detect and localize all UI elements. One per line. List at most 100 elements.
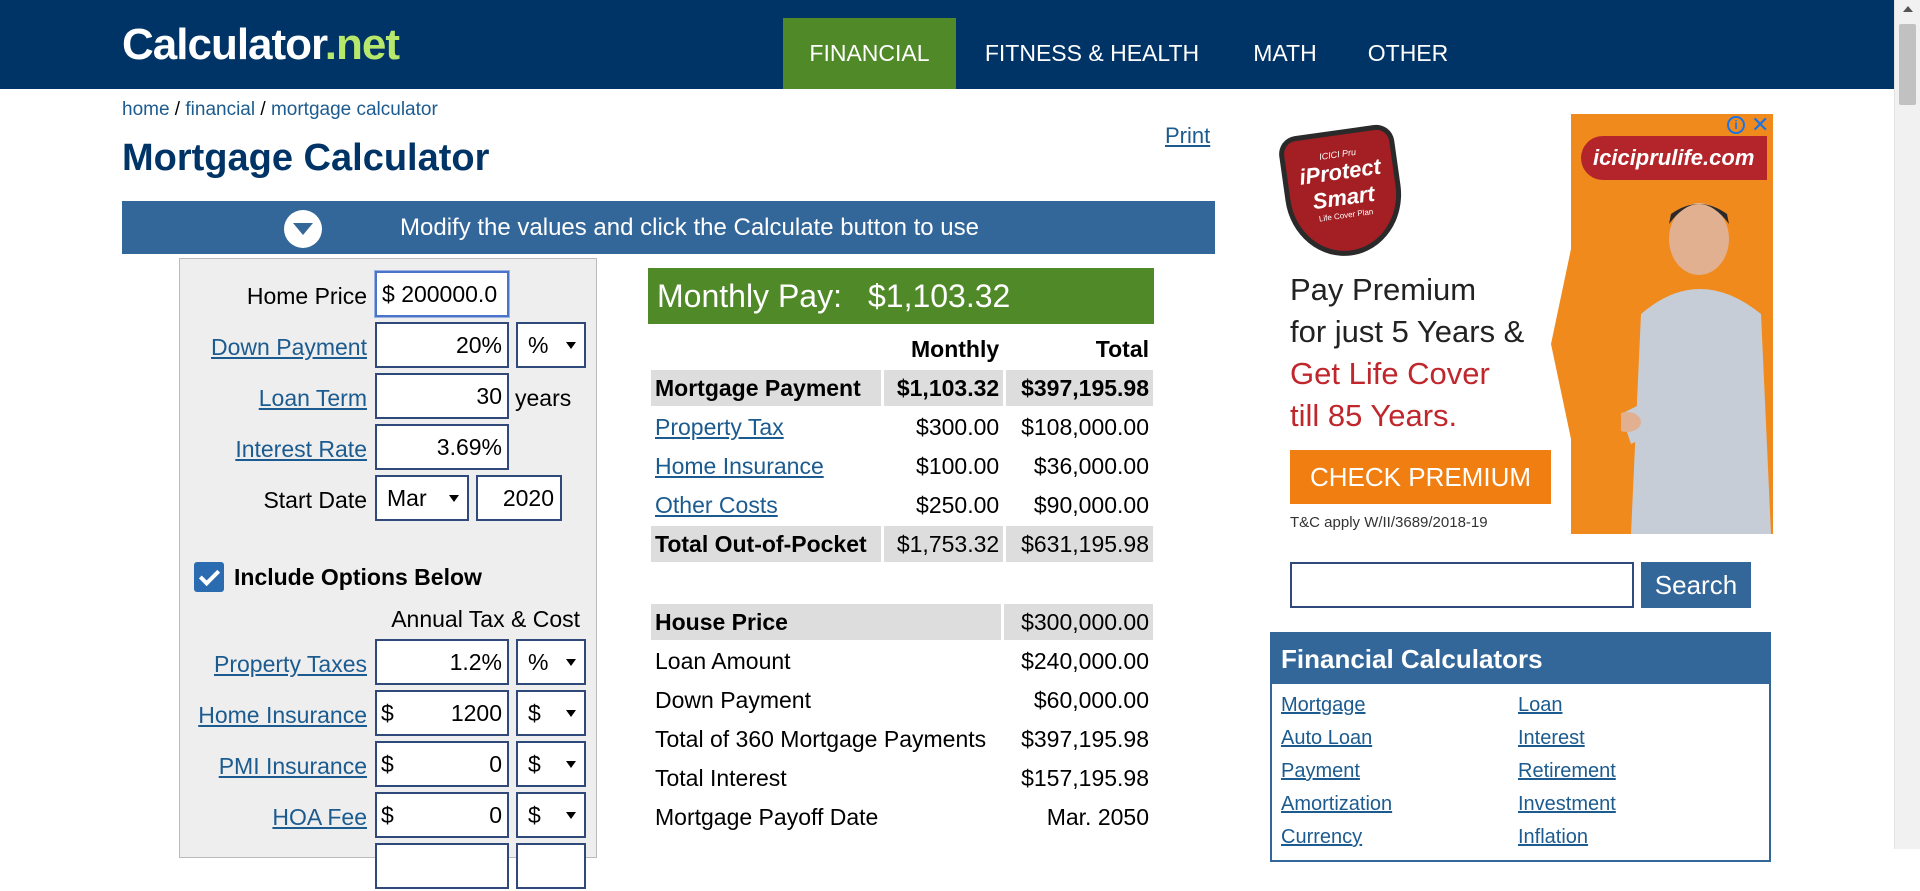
- financial-calculators-title: Financial Calculators: [1272, 634, 1769, 684]
- table-row: Down Payment $60,000.00: [651, 682, 1153, 718]
- calc-link-currency[interactable]: Currency: [1281, 826, 1362, 849]
- ad-text-line: Pay Premium: [1290, 272, 1477, 307]
- row-total: $397,195.98: [1006, 370, 1153, 406]
- summary-label: Down Payment: [655, 686, 811, 713]
- pmi-insurance-input[interactable]: $0: [375, 741, 509, 787]
- table-row: Mortgage Payment $1,103.32 $397,195.98: [651, 370, 1153, 406]
- row-label: Home Insurance: [651, 448, 881, 484]
- scrollbar-thumb[interactable]: [1899, 24, 1916, 105]
- site-search-input[interactable]: [1290, 562, 1634, 608]
- property-tax-link[interactable]: Property Tax: [655, 414, 784, 440]
- calc-link-interest[interactable]: Interest: [1518, 727, 1585, 750]
- breadcrumb-home[interactable]: home: [122, 99, 170, 120]
- table-row: Home Insurance $100.00 $36,000.00: [651, 448, 1153, 484]
- ad-text-line: till 85 Years.: [1290, 398, 1458, 433]
- monthly-pay-value: $1,103.32: [867, 278, 1011, 314]
- start-date-label: Start Date: [263, 487, 367, 513]
- home-price-label: Home Price: [246, 283, 367, 309]
- home-insurance-input[interactable]: $1200: [375, 690, 509, 736]
- interest-rate-link[interactable]: Interest Rate: [235, 436, 367, 463]
- property-taxes-row: Property Taxes 1.2% %: [180, 639, 598, 687]
- home-price-row: Home Price $ 200000.0: [180, 271, 598, 319]
- calc-link-loan[interactable]: Loan: [1518, 694, 1563, 717]
- hoa-fee-link[interactable]: HOA Fee: [272, 804, 367, 831]
- breadcrumb-separator: /: [169, 99, 186, 120]
- table-row: Other Costs $250.00 $90,000.00: [651, 487, 1153, 523]
- home-insurance-result-link[interactable]: Home Insurance: [655, 453, 824, 479]
- calc-link-retirement[interactable]: Retirement: [1518, 760, 1616, 783]
- nav-financial[interactable]: FINANCIAL: [783, 18, 956, 89]
- check-premium-button[interactable]: CHECK PREMIUM: [1290, 450, 1551, 504]
- start-month-select[interactable]: Mar: [375, 475, 469, 521]
- start-year-input[interactable]: 2020: [476, 475, 562, 521]
- table-row: House Price $300,000.00: [651, 604, 1153, 640]
- chevron-down-icon: [566, 812, 576, 819]
- summary-value: $157,195.98: [1021, 764, 1149, 791]
- breadcrumb-financial[interactable]: financial: [185, 99, 255, 120]
- loan-term-unit: years: [515, 385, 572, 411]
- row-monthly: $100.00: [916, 452, 1000, 479]
- hoa-fee-unit-select[interactable]: $: [516, 792, 586, 838]
- interest-rate-input[interactable]: 3.69%: [375, 424, 509, 470]
- row-monthly: $300.00: [916, 413, 1000, 440]
- summary-label: Total of 360 Mortgage Payments: [655, 725, 987, 752]
- calc-link-mortgage[interactable]: Mortgage: [1281, 694, 1366, 717]
- calc-link-auto-loan[interactable]: Auto Loan: [1281, 727, 1372, 750]
- table-row: Total Interest $157,195.98: [651, 760, 1153, 796]
- hoa-fee-input[interactable]: $0: [375, 792, 509, 838]
- ad-fine-print: T&C apply W/II/3689/2018-19: [1290, 514, 1488, 531]
- property-taxes-input[interactable]: 1.2%: [375, 639, 509, 685]
- calc-link-amortization[interactable]: Amortization: [1281, 793, 1392, 816]
- calc-link-investment[interactable]: Investment: [1518, 793, 1616, 816]
- scroll-up-arrow-icon[interactable]: [1903, 6, 1913, 12]
- breadcrumb-separator: /: [255, 99, 271, 120]
- include-options-label[interactable]: Include Options Below: [234, 564, 482, 591]
- ad-url-text[interactable]: iciciprulife.com: [1581, 136, 1767, 180]
- financial-calculators-panel: Financial Calculators Mortgage Auto Loan…: [1270, 632, 1771, 862]
- chevron-down-icon: [566, 761, 576, 768]
- calc-link-inflation[interactable]: Inflation: [1518, 826, 1588, 849]
- advertisement-banner[interactable]: iciciprulife.com ICICI Pru iProtect Smar…: [1261, 114, 1773, 534]
- currency-prefix: $: [381, 802, 394, 828]
- table-row: Loan Amount $240,000.00: [651, 643, 1153, 679]
- summary-label: Mortgage Payoff Date: [655, 803, 879, 830]
- vertical-scrollbar[interactable]: [1894, 0, 1920, 849]
- row-total: $631,195.98: [1006, 526, 1153, 562]
- home-price-input[interactable]: $ 200000.0: [375, 271, 509, 317]
- include-options-checkbox[interactable]: [194, 562, 224, 592]
- table-row: Total Out-of-Pocket $1,753.32 $631,195.9…: [651, 526, 1153, 562]
- collapse-arrow-icon[interactable]: [284, 210, 322, 248]
- other-costs-input[interactable]: [375, 843, 509, 889]
- table-header-row: Monthly Total: [651, 331, 1153, 367]
- other-costs-link[interactable]: Other Costs: [655, 492, 778, 518]
- nav-fitness-health[interactable]: FITNESS & HEALTH: [970, 18, 1214, 89]
- nav-math[interactable]: MATH: [1240, 18, 1330, 89]
- nav-other[interactable]: OTHER: [1356, 18, 1460, 89]
- modify-values-bar[interactable]: Modify the values and click the Calculat…: [122, 201, 1215, 254]
- pmi-insurance-row: PMI Insurance $0 $: [180, 741, 598, 789]
- down-payment-unit-select[interactable]: %: [516, 322, 586, 368]
- ad-close-icon[interactable]: ✕: [1751, 114, 1769, 138]
- loan-term-link[interactable]: Loan Term: [259, 385, 367, 412]
- site-logo[interactable]: Calculator.net: [122, 20, 400, 70]
- property-taxes-link[interactable]: Property Taxes: [214, 651, 367, 678]
- breadcrumb-current[interactable]: mortgage calculator: [271, 99, 438, 120]
- search-button[interactable]: Search: [1641, 562, 1751, 608]
- col-total-header: Total: [1095, 335, 1149, 362]
- home-insurance-unit-select[interactable]: $: [516, 690, 586, 736]
- down-payment-input[interactable]: 20%: [375, 322, 509, 368]
- table-row: Mortgage Payoff Date Mar. 2050: [651, 799, 1153, 835]
- ad-info-icon[interactable]: i: [1727, 116, 1745, 134]
- print-link[interactable]: Print: [1165, 123, 1210, 149]
- property-taxes-unit-select[interactable]: %: [516, 639, 586, 685]
- currency-prefix: $: [382, 281, 395, 307]
- pmi-insurance-link[interactable]: PMI Insurance: [219, 753, 367, 780]
- chevron-down-icon: [566, 659, 576, 666]
- calc-link-payment[interactable]: Payment: [1281, 760, 1360, 783]
- other-costs-unit-select[interactable]: [516, 843, 586, 889]
- home-insurance-link[interactable]: Home Insurance: [198, 702, 367, 729]
- down-payment-link[interactable]: Down Payment: [211, 334, 367, 361]
- breadcrumb: home / financial / mortgage calculator: [122, 99, 438, 121]
- loan-term-input[interactable]: 30: [375, 373, 509, 419]
- pmi-insurance-unit-select[interactable]: $: [516, 741, 586, 787]
